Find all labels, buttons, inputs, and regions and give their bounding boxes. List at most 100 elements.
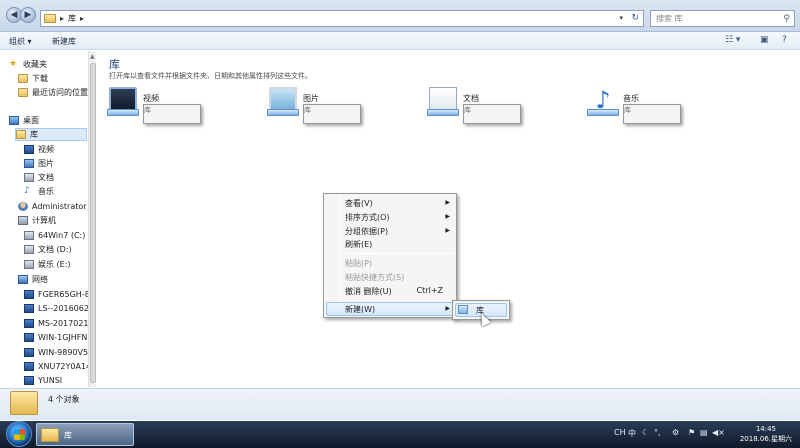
scroll-up-icon[interactable]: ▲ [90, 53, 95, 60]
menu-item-refresh[interactable]: 刷新(E) [345, 239, 372, 250]
new-library-button[interactable]: 新建库 [52, 36, 76, 47]
sidebar-item-host[interactable]: FGER65GH-8C [24, 288, 88, 301]
drive-icon [24, 245, 34, 254]
language-indicator[interactable]: CH [614, 428, 626, 437]
volume-icon[interactable]: ◀× [712, 428, 725, 437]
windows-logo-icon [14, 429, 25, 440]
library-icon [16, 130, 26, 139]
help-icon[interactable]: ? [782, 35, 787, 45]
menu-item-undo-delete[interactable]: 撤消 删除(U) [345, 286, 392, 297]
sidebar-item-libraries[interactable]: 库 [15, 128, 87, 141]
preview-pane-icon[interactable]: ▣ [760, 35, 769, 45]
clock[interactable]: 14:45 2018.06.星期六 [740, 424, 792, 444]
menu-item-paste-shortcut: 粘贴快捷方式(S) [345, 273, 405, 282]
breadcrumb-arrow-icon[interactable]: ▸ [80, 14, 84, 23]
video-library-icon [24, 145, 34, 154]
punctuation-icon[interactable]: °, [654, 428, 661, 437]
menu-item-view[interactable]: 查看(V) [345, 198, 373, 209]
network-computer-icon [24, 304, 34, 313]
menu-item-group[interactable]: 分组依据(P) [345, 226, 388, 237]
sidebar-item-host[interactable]: MS-20170215 [24, 317, 88, 330]
breadcrumb-arrow-icon[interactable]: ▸ [60, 14, 64, 23]
submenu-arrow-icon: ▶ [445, 213, 450, 220]
breadcrumb-library[interactable]: 库 [68, 13, 76, 24]
library-item-videos[interactable]: 视频 库 [107, 87, 249, 124]
sidebar-item-music[interactable]: ♪ 音乐 [24, 185, 54, 198]
sidebar-item-favorites[interactable]: ★ 收藏夹 [9, 58, 47, 71]
taskbar-item-library[interactable]: 库 [36, 423, 134, 446]
menu-item-new[interactable]: 新建(W) [345, 304, 375, 315]
sidebar-item-desktop[interactable]: 桌面 [9, 114, 39, 127]
sidebar-item-documents[interactable]: 文档 [24, 171, 54, 184]
user-icon [18, 202, 28, 211]
drive-icon [24, 231, 34, 240]
library-folder-icon [44, 14, 56, 23]
organize-button[interactable]: 组织 ▾ [9, 36, 32, 47]
library-shelf-icon [267, 109, 299, 116]
sidebar-item-host[interactable]: WIN-1GJHFN [24, 331, 87, 344]
forward-button[interactable]: ▶ [20, 7, 36, 23]
menu-separator [346, 253, 453, 254]
address-bar-row: ◀ ▶ ▸ 库 ▸ ▾ ↻ 搜索 库 ⚲ [0, 0, 800, 32]
sidebar-item-host[interactable]: WIN-9890V51 [24, 346, 88, 359]
command-bar: 组织 ▾ 新建库 ☷ ▾ ▣ ? [0, 32, 800, 50]
library-item-documents[interactable]: 文档 库 [427, 87, 569, 124]
scroll-thumb[interactable] [90, 63, 96, 383]
network-computer-icon [24, 290, 34, 299]
library-item-music[interactable]: ♪ 音乐 库 [587, 87, 729, 124]
search-input[interactable]: 搜索 库 ⚲ [650, 10, 795, 27]
sidebar-item-drive-e[interactable]: 娱乐 (E:) [24, 258, 71, 271]
library-name: 文档 [463, 94, 479, 103]
sidebar-item-videos[interactable]: 视频 [24, 143, 54, 156]
taskbar: 库 CH 中 ☾ °, ⚙ ⚑ ▤ ◀× 14:45 2018.06.星期六 [0, 421, 800, 448]
taskbar-item-label: 库 [64, 431, 72, 440]
folder-icon [41, 428, 59, 442]
library-shelf-icon [587, 109, 619, 116]
sidebar-item-host[interactable]: XNU72Y0A14 [24, 360, 88, 373]
sidebar-item-downloads[interactable]: 下载 [18, 72, 48, 85]
network-tray-icon[interactable]: ▤ [700, 428, 708, 437]
flag-icon[interactable]: ⚑ [688, 428, 695, 437]
sidebar-item-computer[interactable]: 计算机 [18, 214, 56, 227]
nav-scrollbar[interactable]: ▲ [88, 51, 96, 387]
ime-mode-icon[interactable]: ☾ [642, 428, 649, 437]
view-options-icon[interactable]: ☷ ▾ [725, 35, 740, 45]
library-type: 库 [623, 104, 681, 124]
menu-item-sort[interactable]: 排序方式(O) [345, 212, 390, 223]
library-folder-icon [10, 391, 38, 415]
computer-icon [18, 216, 28, 225]
submenu-arrow-icon: ▶ [445, 305, 450, 312]
start-button[interactable] [6, 421, 32, 447]
library-type: 库 [143, 104, 201, 124]
item-count: 4 个对象 [48, 395, 80, 404]
library-name: 图片 [303, 94, 319, 103]
search-placeholder: 搜索 库 [656, 14, 683, 23]
clock-date: 2018.06.星期六 [739, 435, 792, 443]
sidebar-item-drive-c[interactable]: 64Win7 (C:) [24, 229, 85, 242]
refresh-icon[interactable]: ↻ [631, 13, 639, 23]
sidebar-item-recent[interactable]: 最近访问的位置 [18, 86, 88, 99]
star-icon: ★ [9, 59, 18, 69]
library-name: 视频 [143, 94, 159, 103]
menu-item-paste: 粘贴(P) [345, 259, 373, 268]
sidebar-item-network[interactable]: 网络 [18, 273, 48, 286]
network-computer-icon [24, 333, 34, 342]
settings-icon[interactable]: ⚙ [672, 428, 679, 437]
drive-icon [24, 260, 34, 269]
sidebar-item-host[interactable]: LS--20160629 [24, 302, 88, 315]
ime-indicator[interactable]: 中 [628, 428, 636, 439]
recent-places-icon [18, 88, 28, 97]
context-menu: 查看(V) ▶ 排序方式(O) ▶ 分组依据(P) ▶ 刷新(E) 粘贴(P) … [323, 193, 457, 318]
page-title: 库 [109, 58, 120, 71]
sidebar-item-pictures[interactable]: 图片 [24, 157, 54, 170]
navigation-pane: ★ 收藏夹 下载 最近访问的位置 桌面 库 视频 图片 文档 ♪ 音乐 Admini… [0, 51, 88, 387]
search-icon[interactable]: ⚲ [783, 12, 790, 27]
sidebar-item-drive-d[interactable]: 文档 (D:) [24, 243, 72, 256]
library-item-pictures[interactable]: 图片 库 [267, 87, 409, 124]
desktop-icon [9, 116, 19, 125]
sidebar-item-host[interactable]: YUNSI [24, 374, 62, 387]
address-dropdown-icon[interactable]: ▾ [619, 14, 623, 22]
address-field[interactable]: ▸ 库 ▸ ▾ ↻ [40, 10, 644, 27]
sidebar-item-user[interactable]: Administrator [18, 200, 87, 213]
library-type: 库 [303, 104, 361, 124]
